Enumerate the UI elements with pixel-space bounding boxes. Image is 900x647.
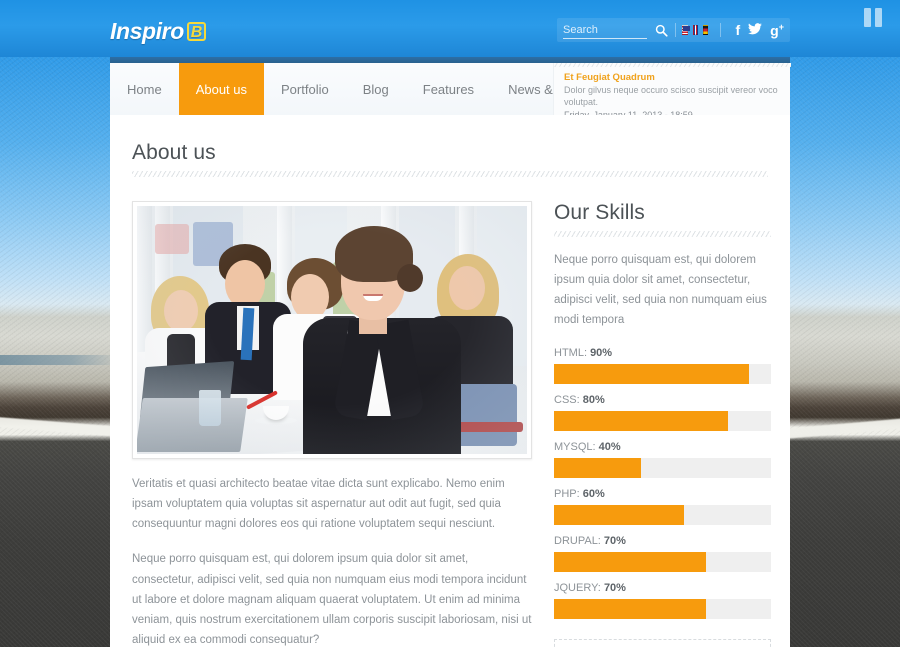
pause-bar-left [864, 8, 871, 27]
skill-percent-mysql: 40% [598, 440, 621, 453]
skill-drupal: DRUPAL: 70% [554, 535, 771, 572]
nav-item-features[interactable]: Features [406, 63, 491, 115]
skill-fill-jquery [554, 598, 706, 619]
skill-label-jquery: JQUERY: 70% [554, 582, 771, 594]
notice-description: Dolor gilvus neque occuro scisco suscipi… [564, 85, 778, 107]
pause-bar-right [875, 8, 882, 27]
skill-track-mysql [554, 457, 771, 478]
skill-percent-css: 80% [582, 393, 605, 406]
skills-title: Our Skills [554, 201, 645, 224]
search-icon[interactable] [655, 24, 668, 37]
skill-label-css: CSS: 80% [554, 394, 771, 406]
googleplus-icon[interactable]: g+ [770, 22, 784, 38]
page-background: Inspiro B f [0, 0, 900, 647]
nav-item-about-us[interactable]: About us [178, 63, 265, 115]
content-panel: About us Veritatis et quasi architecto b… [110, 115, 790, 647]
skills-intro: Neque porro quisquam est, qui dolorem ip… [554, 254, 767, 327]
search-input[interactable] [563, 21, 647, 39]
skill-track-php [554, 504, 771, 525]
horizon-mountains [0, 355, 120, 365]
nav-item-home[interactable]: Home [110, 63, 179, 115]
flag-fr-icon[interactable] [692, 25, 698, 35]
flag-de-icon[interactable] [702, 25, 709, 35]
skill-name-drupal: DRUPAL: [554, 534, 604, 547]
skill-fill-mysql [554, 457, 641, 478]
skill-percent-jquery: 70% [603, 581, 626, 594]
site-logo[interactable]: Inspiro B [110, 18, 206, 45]
skill-fill-html [554, 363, 750, 384]
skills-title-rule [554, 231, 771, 237]
utility-bar: f g+ [557, 18, 790, 42]
page-title-rule [132, 171, 768, 177]
article-column: Veritatis et quasi architecto beatae vit… [132, 201, 532, 647]
office-meeting-photo [137, 206, 527, 454]
skill-php: PHP: 60% [554, 488, 771, 525]
feature-image [132, 201, 532, 459]
skill-percent-drupal: 70% [603, 534, 626, 547]
skill-track-css [554, 410, 771, 431]
skill-label-html: HTML: 90% [554, 347, 771, 359]
skill-label-php: PHP: 60% [554, 488, 771, 500]
nav-item-blog[interactable]: Blog [346, 63, 406, 115]
page-title: About us [132, 141, 216, 164]
skill-name-jquery: JQUERY: [554, 581, 604, 594]
flag-us-icon[interactable] [682, 25, 691, 35]
notice-stripe [554, 63, 791, 67]
skill-fill-css [554, 410, 728, 431]
skill-track-html [554, 363, 771, 384]
twitter-icon[interactable] [748, 23, 763, 37]
skill-label-mysql: MYSQL: 40% [554, 441, 771, 453]
skill-label-drupal: DRUPAL: 70% [554, 535, 771, 547]
skill-fill-php [554, 504, 685, 525]
skill-percent-html: 90% [590, 346, 613, 359]
skill-css: CSS: 80% [554, 394, 771, 431]
site-header: Inspiro B f [0, 0, 900, 57]
skill-html: HTML: 90% [554, 347, 771, 384]
logo-badge: B [186, 22, 206, 41]
content-columns: Veritatis et quasi architecto beatae vit… [132, 201, 771, 647]
notice-title: Et Feugiat Quadrum [564, 72, 655, 83]
facebook-icon[interactable]: f [735, 23, 740, 37]
skill-percent-php: 60% [582, 487, 605, 500]
nav-item-portfolio[interactable]: Portfolio [264, 63, 346, 115]
skill-name-html: HTML: [554, 346, 591, 359]
skill-jquery: JQUERY: 70% [554, 582, 771, 619]
promo-box: Ut enim ad minima veniam, quis nostrum e… [554, 638, 771, 647]
article-paragraph-2: Neque porro quisquam est, qui dolorem ip… [132, 553, 532, 646]
skill-name-php: PHP: [554, 487, 583, 500]
skill-name-mysql: MYSQL: [554, 440, 599, 453]
pause-icon[interactable] [864, 8, 882, 27]
skill-name-css: CSS: [554, 393, 583, 406]
skills-sidebar: Our Skills Neque porro quisquam est, qui… [554, 201, 771, 647]
header-notice[interactable]: Et Feugiat Quadrum Dolor gilvus neque oc… [553, 63, 791, 120]
skill-fill-drupal [554, 551, 706, 572]
skill-track-drupal [554, 551, 771, 572]
article-paragraph-1: Veritatis et quasi architecto beatae vit… [132, 478, 505, 531]
skill-mysql: MYSQL: 40% [554, 441, 771, 478]
skill-track-jquery [554, 598, 771, 619]
logo-text: Inspiro [110, 18, 184, 44]
